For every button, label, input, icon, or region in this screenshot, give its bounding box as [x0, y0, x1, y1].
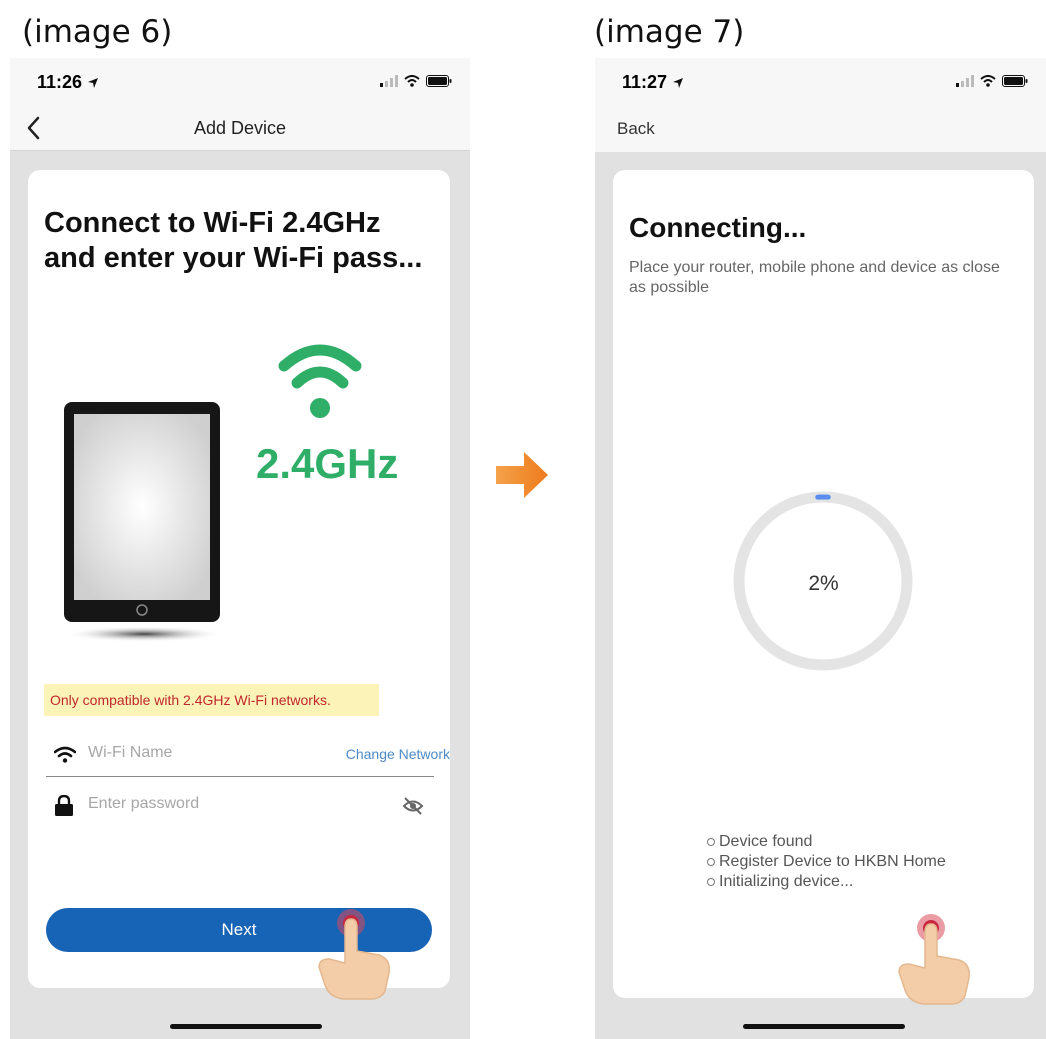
signal-icon: [956, 75, 974, 87]
card-title: Connecting...: [629, 212, 807, 243]
home-indicator: [170, 1024, 322, 1029]
card-title-line-2: and enter your Wi-Fi pass...: [44, 242, 423, 274]
wifi-icon: [980, 75, 996, 87]
home-indicator: [743, 1024, 905, 1029]
step-label: Device found: [719, 833, 813, 850]
wifi-name-field[interactable]: Wi-Fi Name Change Network: [46, 744, 450, 777]
connecting-card: Connecting... Place your router, mobile …: [613, 170, 1034, 998]
caption-image-7: (image 7): [594, 14, 745, 50]
status-time: 11:27: [622, 72, 668, 92]
eye-off-icon[interactable]: [402, 797, 424, 815]
battery-icon: [426, 75, 452, 87]
step-list: Device found Register Device to HKBN Hom…: [707, 832, 946, 892]
phone-screen-add-device: 11:26 Add Device Connect to Wi-Fi 2.4GHz…: [10, 58, 470, 1039]
step-bullet: [707, 878, 715, 886]
tap-hand-icon: [318, 909, 391, 1000]
wifi-icon: [278, 344, 362, 418]
change-network-link[interactable]: Change Network: [346, 746, 450, 762]
nav-bar: Add Device: [10, 108, 470, 151]
lock-icon: [55, 795, 73, 816]
wifi-icon: [404, 75, 420, 87]
compatibility-warning: Only compatible with 2.4GHz Wi-Fi networ…: [44, 684, 379, 716]
connect-wifi-card: Connect to Wi-Fi 2.4GHz and enter your W…: [28, 170, 450, 988]
back-button[interactable]: Back: [617, 119, 655, 139]
step-label: Initializing device...: [719, 873, 854, 890]
password-field[interactable]: Enter password: [46, 795, 434, 825]
password-placeholder: Enter password: [88, 795, 200, 812]
step-bullet: [707, 838, 715, 846]
location-arrow-icon: [88, 78, 99, 88]
list-item: Device found: [707, 832, 946, 852]
step-label: Register Device to HKBN Home: [719, 853, 946, 870]
card-subtitle: Place your router, mobile phone and devi…: [629, 259, 1000, 296]
tablet-illustration: [64, 402, 224, 642]
battery-icon: [1002, 75, 1028, 87]
progress-percent: 2%: [808, 572, 839, 595]
page-title: Add Device: [193, 118, 287, 138]
tap-hand-icon: [898, 914, 971, 1005]
status-bar: 11:27: [595, 58, 1046, 108]
location-arrow-icon: [673, 78, 684, 88]
step-bullet: [707, 858, 715, 866]
signal-icon: [380, 75, 398, 87]
card-title-line-1: Connect to Wi-Fi 2.4GHz: [44, 207, 381, 239]
list-item: Initializing device...: [707, 872, 946, 892]
caption-image-6: (image 6): [22, 14, 173, 50]
nav-bar: Back: [595, 108, 1046, 152]
status-bar: 11:26: [10, 58, 470, 108]
right-arrow-icon: [496, 452, 548, 498]
wifi-name-placeholder: Wi-Fi Name: [88, 744, 173, 761]
list-item: Register Device to HKBN Home: [707, 852, 946, 872]
wifi-icon: [54, 746, 76, 763]
phone-screen-connecting: 11:27 Back Connecting... Place your rout…: [595, 58, 1046, 1039]
status-time: 11:26: [37, 72, 83, 92]
band-badge: 2.4GHz: [256, 440, 399, 487]
